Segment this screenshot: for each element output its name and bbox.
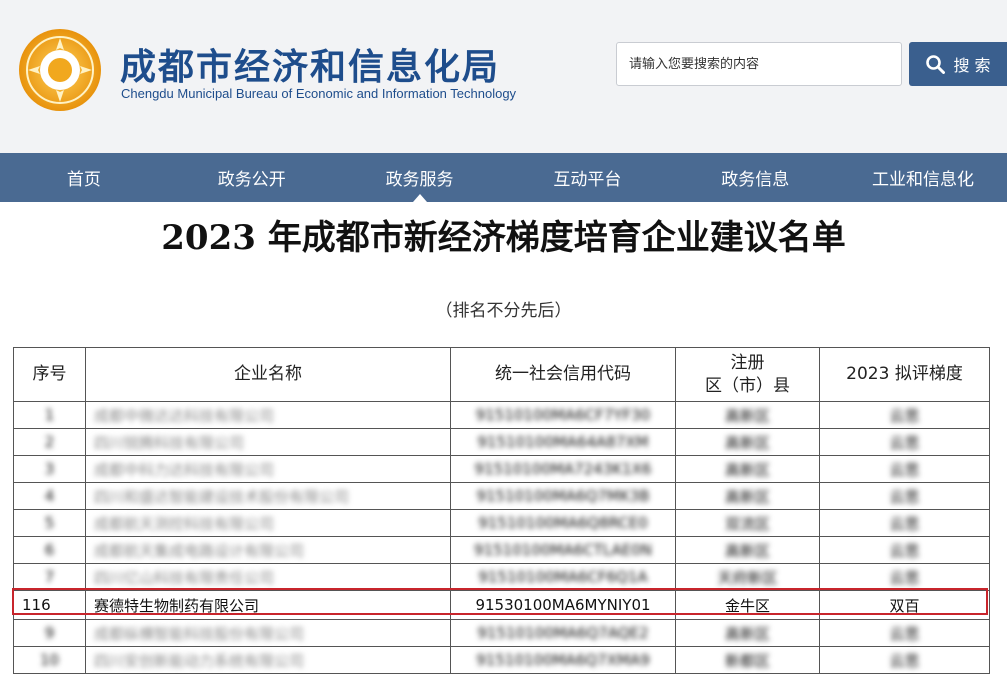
search-icon <box>926 55 946 74</box>
table-row: 3 成都中科力达科技有限公司 91510100MA7243K1X6 高新区 云思 <box>13 455 990 483</box>
cell-name: 四川和盛达智能建设技术股份有限公司 <box>85 482 451 510</box>
header-district-line2: 区（市）县 <box>705 375 790 396</box>
site-title-en: Chengdu Municipal Bureau of Economic and… <box>121 86 517 101</box>
table-row: 5 成都航天测控科技有限公司 91510100MA6Q8RCE0 双流区 云思 <box>13 509 990 537</box>
cell-district: 高新区 <box>675 482 820 510</box>
site-header: 成都市经济和信息化局 Chengdu Municipal Bureau of E… <box>0 0 1007 153</box>
cell-index: 5 <box>13 509 86 537</box>
cell-code: 91510100MA64A87XM <box>450 428 676 456</box>
header-code: 统一社会信用代码 <box>450 347 676 402</box>
cell-level: 双百 <box>819 590 990 620</box>
header-level: 2023 拟评梯度 <box>819 347 990 402</box>
cell-name: 成都航天测控科技有限公司 <box>85 509 451 537</box>
table-header-row: 序号 企业名称 统一社会信用代码 注册 区（市）县 2023 拟评梯度 <box>13 347 990 402</box>
cell-name: 成都航天集成电路设计有限公司 <box>85 536 451 564</box>
table-row: 4 四川和盛达智能建设技术股份有限公司 91510100MA6Q7MK3B 高新… <box>13 482 990 510</box>
table-row: 7 四川亿山科技有限责任公司 91510100MA6CF6Q1A 天府新区 云思 <box>13 563 990 591</box>
cell-code: 91510100MA6Q7MK3B <box>450 482 676 510</box>
table-row: 6 成都航天集成电路设计有限公司 91510100MA6CTLAE0N 高新区 … <box>13 536 990 564</box>
cell-code: 91530100MA6MYNIY01 <box>450 590 676 620</box>
cell-district: 天府新区 <box>675 563 820 591</box>
table-row: 1 成都中微达达科技有限公司 91510100MA6CF7YF30 高新区 云思 <box>13 401 990 429</box>
cell-index: 1 <box>13 401 86 429</box>
cell-code: 91510100MA6Q7AQE2 <box>450 619 676 647</box>
search-button[interactable]: 搜 索 <box>909 42 1007 86</box>
cell-index: 4 <box>13 482 86 510</box>
cell-level: 云思 <box>819 428 990 456</box>
cell-index: 9 <box>13 619 86 647</box>
search-input[interactable] <box>616 42 902 86</box>
cell-index: 10 <box>13 646 86 674</box>
cell-name: 四川锐腾科技有限公司 <box>85 428 451 456</box>
cell-name: 四川安创新能动力系统有限公司 <box>85 646 451 674</box>
nav-item-gov-affairs-public[interactable]: 政务公开 <box>168 153 336 202</box>
cell-district: 高新区 <box>675 428 820 456</box>
cell-name: 成都中微达达科技有限公司 <box>85 401 451 429</box>
cell-name: 赛德特生物制药有限公司 <box>85 590 451 620</box>
nav-item-industry-it[interactable]: 工业和信息化 <box>839 153 1007 202</box>
cell-level: 云思 <box>819 455 990 483</box>
cell-level: 云思 <box>819 536 990 564</box>
document-subtitle: （排名不分先后） <box>435 301 572 321</box>
cell-district: 双流区 <box>675 509 820 537</box>
table-row: 10 四川安创新能动力系统有限公司 91510100MA6Q7XMA9 新都区 … <box>13 646 990 674</box>
cell-code: 91510100MA6CF7YF30 <box>450 401 676 429</box>
cell-name: 四川亿山科技有限责任公司 <box>85 563 451 591</box>
cell-level: 云思 <box>819 482 990 510</box>
enterprise-table: 序号 企业名称 统一社会信用代码 注册 区（市）县 2023 拟评梯度 1 成都… <box>13 347 990 674</box>
site-title-cn[interactable]: 成都市经济和信息化局 <box>120 38 500 90</box>
cell-district: 高新区 <box>675 536 820 564</box>
header-district: 注册 区（市）县 <box>675 347 820 402</box>
main-nav: 首页 政务公开 政务服务 互动平台 政务信息 工业和信息化 <box>0 153 1007 202</box>
cell-code: 91510100MA6CTLAE0N <box>450 536 676 564</box>
cell-district: 新都区 <box>675 646 820 674</box>
header-index: 序号 <box>13 347 86 402</box>
nav-item-interaction-platform[interactable]: 互动平台 <box>503 153 671 202</box>
nav-item-gov-services[interactable]: 政务服务 <box>336 153 504 202</box>
cell-code: 91510100MA6Q8RCE0 <box>450 509 676 537</box>
cell-level: 云思 <box>819 646 990 674</box>
nav-item-gov-info[interactable]: 政务信息 <box>671 153 839 202</box>
table-row: 2 四川锐腾科技有限公司 91510100MA64A87XM 高新区 云思 <box>13 428 990 456</box>
cell-code: 91510100MA6Q7XMA9 <box>450 646 676 674</box>
cell-index: 7 <box>13 563 86 591</box>
cell-index: 116 <box>13 590 86 620</box>
cell-code: 91510100MA7243K1X6 <box>450 455 676 483</box>
cell-district: 高新区 <box>675 619 820 647</box>
highlighted-table-row: 116 赛德特生物制药有限公司 91530100MA6MYNIY01 金牛区 双… <box>13 590 990 620</box>
sun-emblem-icon[interactable] <box>18 28 102 112</box>
cell-level: 云思 <box>819 509 990 537</box>
table-row: 9 成都纵横智能科技股份有限公司 91510100MA6Q7AQE2 高新区 云… <box>13 619 990 647</box>
cell-code: 91510100MA6CF6Q1A <box>450 563 676 591</box>
document-title: 2023 年成都市新经济梯度培育企业建议名单 <box>161 218 846 258</box>
nav-item-home[interactable]: 首页 <box>0 153 168 202</box>
header-name: 企业名称 <box>85 347 451 402</box>
cell-index: 6 <box>13 536 86 564</box>
cell-level: 云思 <box>819 619 990 647</box>
cell-level: 云思 <box>819 563 990 591</box>
cell-index: 2 <box>13 428 86 456</box>
cell-district: 高新区 <box>675 401 820 429</box>
cell-district: 金牛区 <box>675 590 820 620</box>
cell-name: 成都纵横智能科技股份有限公司 <box>85 619 451 647</box>
cell-index: 3 <box>13 455 86 483</box>
cell-district: 高新区 <box>675 455 820 483</box>
cell-level: 云思 <box>819 401 990 429</box>
cell-name: 成都中科力达科技有限公司 <box>85 455 451 483</box>
header-district-line1: 注册 <box>730 352 765 373</box>
search-button-label: 搜 索 <box>953 56 991 75</box>
